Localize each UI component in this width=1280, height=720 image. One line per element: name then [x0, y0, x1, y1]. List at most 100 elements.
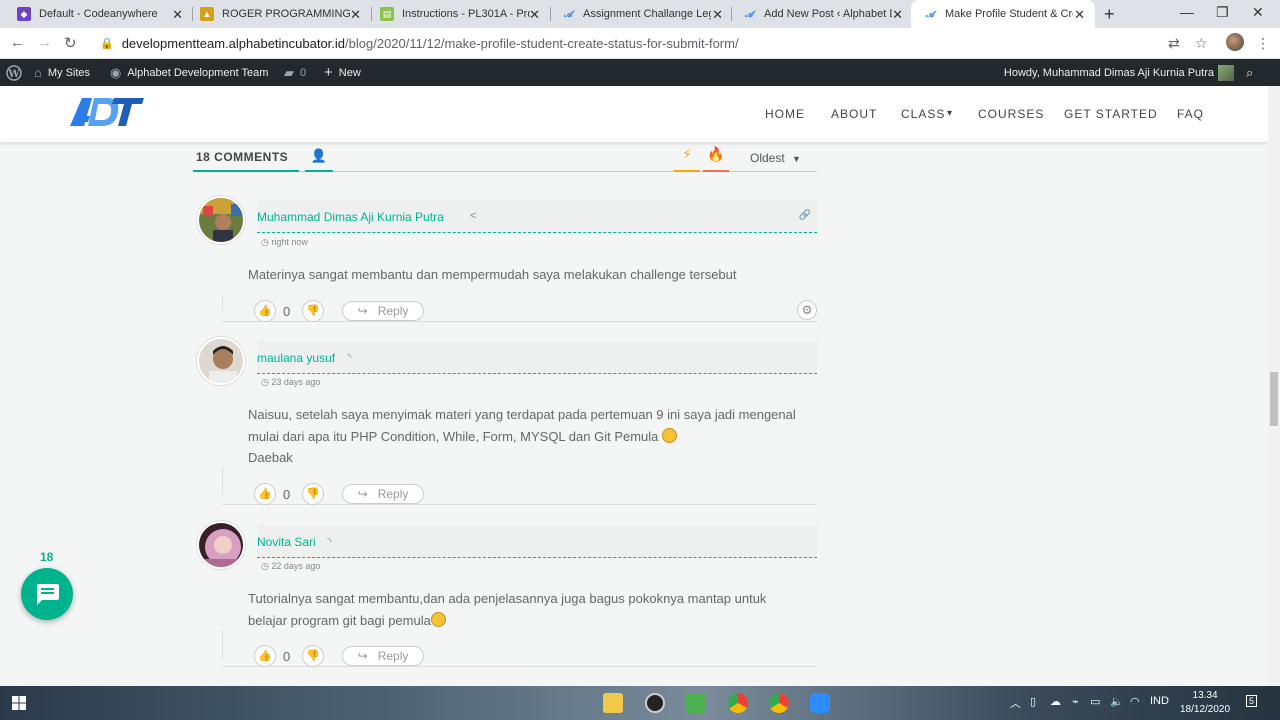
browser-tab[interactable]: 𝒜 Assignment Challange Legen ✕ [549, 0, 733, 28]
windows-start-icon[interactable] [12, 696, 26, 710]
close-icon[interactable]: ✕ [350, 7, 361, 23]
site-name-label: Alphabet Development Team [127, 66, 269, 79]
nav-class[interactable]: CLASS [901, 107, 945, 121]
wordpress-icon[interactable]: W [6, 59, 22, 86]
comments-bubble-button[interactable] [21, 568, 73, 620]
comment-author[interactable]: maulana yusuf [257, 351, 335, 365]
volume-icon[interactable]: 🔈 [1110, 695, 1124, 708]
chrome-icon[interactable] [728, 693, 748, 713]
sublime-icon[interactable] [686, 693, 706, 713]
back-icon[interactable]: ← [10, 34, 25, 51]
translate-icon[interactable]: ⇄ [1168, 35, 1180, 52]
browser-tab[interactable]: ▤ Instructions - PL301A - Progr ✕ [368, 0, 550, 28]
reply-button[interactable]: ↪ Reply [342, 301, 424, 321]
most-reacted-fire-icon[interactable]: 🔥 [703, 146, 729, 172]
tray-device-icon[interactable]: ▯ [1030, 695, 1036, 708]
browser-tab[interactable]: ▲ ROGER PROGRAMMING PL301 ✕ [188, 0, 371, 28]
browser-tab-active[interactable]: 𝒜 Make Profile Student & Crea ✕ [911, 0, 1095, 28]
reply-button[interactable]: ↪ Reply [342, 646, 424, 666]
browser-tab[interactable]: ◆ Default - Codeanywhere ✕ [5, 0, 193, 28]
thumbs-up-icon[interactable]: 👍 [254, 483, 276, 505]
maximize-icon[interactable]: ❐ [1216, 4, 1229, 21]
nav-get-started[interactable]: GET STARTED [1064, 107, 1158, 121]
page-scrollbar[interactable] [1268, 86, 1280, 686]
close-icon[interactable]: ✕ [892, 7, 903, 23]
close-icon[interactable]: ✕ [1074, 7, 1085, 23]
comments-link[interactable]: ▰ 0 [284, 59, 306, 86]
forward-icon[interactable]: → [37, 34, 52, 51]
comment-actions: 👍 0 👎 ↪ Reply [222, 645, 817, 667]
windows-taskbar: ︿ ▯ ☁ ⌁ ▭ 🔈 ◠ IND 13.34 18/12/2020 5 [0, 686, 1280, 720]
new-tab-icon[interactable]: + [1104, 4, 1115, 25]
graduation-cap-icon: ▲ [200, 7, 214, 21]
howdy-link[interactable]: Howdy, Muhammad Dimas Aji Kurnia Putra [1004, 59, 1214, 86]
reply-label: Reply [377, 487, 409, 501]
bookmark-star-icon[interactable]: ☆ [1195, 35, 1208, 52]
gear-icon[interactable]: ⚙ [797, 300, 817, 320]
comment-author[interactable]: Muhammad Dimas Aji Kurnia Putra [257, 210, 444, 224]
address-bar[interactable]: 🔒 developmentteam.alphabetincubator.id/b… [92, 31, 1162, 56]
sort-label: Oldest [750, 151, 785, 165]
browser-tab[interactable]: 𝒜 Add New Post ‹ Alphabet De ✕ [730, 0, 913, 28]
tray-chevron-icon[interactable]: ︿ [1010, 695, 1021, 711]
comment-author[interactable]: Novita Sari [257, 535, 316, 549]
share-icon[interactable]: < [470, 210, 476, 222]
profile-avatar[interactable] [1226, 33, 1244, 51]
obs-icon[interactable] [645, 693, 665, 713]
usb-icon[interactable]: ⌁ [1072, 695, 1079, 708]
comment-text-line: Tutorialnya sangat membantu,dan ada penj… [248, 591, 767, 606]
browser-toolbar: ← → ↻ 🔒 developmentteam.alphabetincubato… [0, 28, 1280, 59]
my-sites-link[interactable]: ⌂ My Sites [34, 59, 90, 86]
thumbs-down-icon[interactable]: 👎 [302, 645, 324, 667]
comment: Muhammad Dimas Aji Kurnia Putra < 🔗 ◷ ri… [193, 196, 817, 326]
scrollbar-thumb[interactable] [1270, 372, 1278, 426]
thumbs-up-icon[interactable]: 👍 [254, 300, 276, 322]
zoom-icon[interactable] [810, 693, 830, 713]
close-icon[interactable]: ✕ [712, 7, 723, 23]
chevron-down-icon[interactable]: ▾ [947, 108, 953, 119]
close-icon[interactable]: ✕ [172, 7, 183, 23]
minimize-icon[interactable]: — [1180, 4, 1194, 20]
file-explorer-icon[interactable] [603, 693, 623, 713]
rss-icon[interactable]: ◝ [347, 351, 351, 364]
thumbs-down-icon[interactable]: 👎 [302, 300, 324, 322]
nav-about[interactable]: ABOUT [831, 107, 877, 121]
svg-text:W: W [7, 69, 20, 80]
link-icon[interactable]: 🔗 [799, 210, 811, 221]
search-icon[interactable]: ⌕ [1246, 65, 1253, 81]
taskbar-clock[interactable]: 13.34 18/12/2020 [1180, 689, 1230, 717]
nav-faq[interactable]: FAQ [1177, 107, 1204, 121]
notification-icon[interactable]: 5 [1246, 695, 1258, 707]
document-icon: ▤ [380, 7, 394, 21]
thumbs-down-icon[interactable]: 👎 [302, 483, 324, 505]
user-avatar[interactable] [1218, 65, 1234, 81]
language-indicator[interactable]: IND [1150, 695, 1169, 707]
wifi-icon[interactable]: ◠ [1130, 695, 1140, 708]
nav-courses[interactable]: COURSES [978, 107, 1044, 121]
avatar [197, 337, 245, 385]
thumbs-up-icon[interactable]: 👍 [254, 645, 276, 667]
smile-emoji-icon [662, 427, 678, 443]
menu-icon[interactable]: ⋮ [1256, 35, 1270, 52]
new-content-link[interactable]: + New [324, 59, 361, 86]
newest-bolt-icon[interactable]: ⚡ [674, 146, 700, 172]
reload-icon[interactable]: ↻ [64, 34, 77, 52]
close-icon[interactable]: ✕ [529, 7, 540, 23]
comment-text: Materinya sangat membantu dan mempermuda… [248, 267, 737, 282]
nav-home[interactable]: HOME [765, 107, 805, 121]
adt-logo[interactable] [68, 94, 144, 128]
sort-dropdown[interactable]: Oldest ▼ [750, 151, 801, 165]
subscribe-user-icon[interactable]: 👤 [305, 148, 333, 172]
chrome-icon[interactable] [769, 693, 789, 713]
comments-count-tab[interactable]: 18 COMMENTS [193, 150, 299, 172]
comment-header-bar: Muhammad Dimas Aji Kurnia Putra < 🔗 [257, 200, 817, 233]
onedrive-icon[interactable]: ☁ [1050, 695, 1061, 708]
window-close-icon[interactable]: ✕ [1252, 4, 1264, 21]
adt-icon: 𝒜 [563, 8, 573, 19]
reply-button[interactable]: ↪ Reply [342, 484, 424, 504]
comment-time: ◷ 23 days ago [261, 377, 321, 387]
battery-icon[interactable]: ▭ [1090, 695, 1100, 708]
comment-icon: ▰ [284, 64, 294, 80]
site-name-link[interactable]: ◉ Alphabet Development Team [110, 59, 268, 86]
rss-icon[interactable]: ◝ [327, 535, 331, 548]
